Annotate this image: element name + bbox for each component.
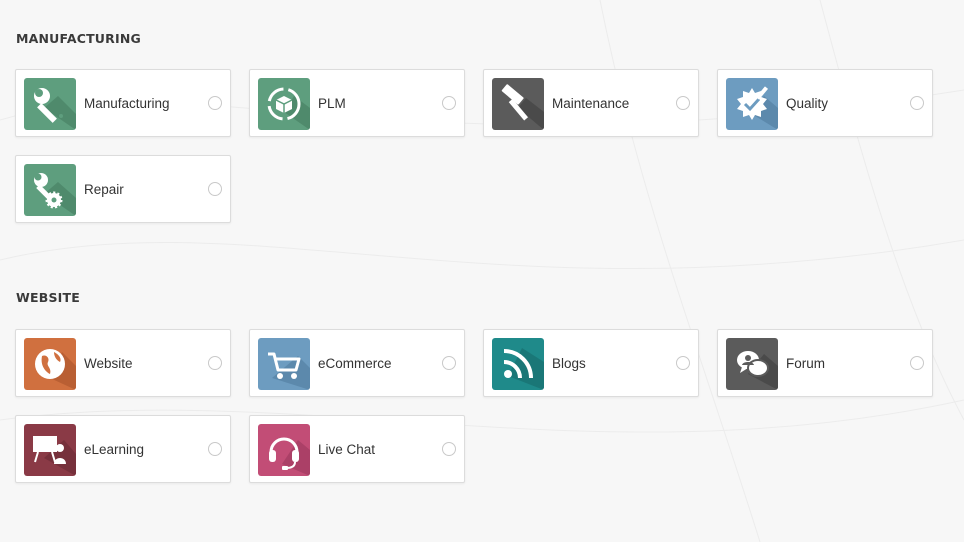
app-label: PLM <box>318 96 346 111</box>
select-radio[interactable] <box>208 96 222 110</box>
select-radio[interactable] <box>676 356 690 370</box>
hammer-icon <box>492 78 544 130</box>
cart-icon <box>258 338 310 390</box>
app-card-repair[interactable]: Repair <box>15 155 231 223</box>
app-card-maintenance[interactable]: Maintenance <box>483 69 699 137</box>
app-card-forum[interactable]: Forum <box>717 329 933 397</box>
app-label: Maintenance <box>552 96 630 111</box>
select-radio[interactable] <box>442 356 456 370</box>
globe-icon <box>24 338 76 390</box>
presentation-icon <box>24 424 76 476</box>
select-radio[interactable] <box>676 96 690 110</box>
select-radio[interactable] <box>208 442 222 456</box>
cycle-box-icon <box>258 78 310 130</box>
app-label: Repair <box>84 182 124 197</box>
headset-icon <box>258 424 310 476</box>
select-radio[interactable] <box>208 356 222 370</box>
app-card-blogs[interactable]: Blogs <box>483 329 699 397</box>
app-label: Live Chat <box>318 442 376 457</box>
app-label: Manufacturing <box>84 96 170 111</box>
wrench-icon <box>24 78 76 130</box>
app-label: eLearning <box>84 442 145 457</box>
app-card-plm[interactable]: PLM <box>249 69 465 137</box>
select-radio[interactable] <box>442 442 456 456</box>
app-card-quality[interactable]: Quality <box>717 69 933 137</box>
quality-badge-icon <box>726 78 778 130</box>
app-card-manufacturing[interactable]: Manufacturing <box>15 69 231 137</box>
select-radio[interactable] <box>208 182 222 196</box>
select-radio[interactable] <box>910 356 924 370</box>
wrench-gear-icon <box>24 164 76 216</box>
section-title-manufacturing: MANUFACTURING <box>16 31 141 46</box>
rss-icon <box>492 338 544 390</box>
app-label: Website <box>84 356 133 371</box>
app-label: Blogs <box>552 356 586 371</box>
app-label: Forum <box>786 356 826 371</box>
select-radio[interactable] <box>442 96 456 110</box>
select-radio[interactable] <box>910 96 924 110</box>
app-label: eCommerce <box>318 356 392 371</box>
app-card-elearning[interactable]: eLearning <box>15 415 231 483</box>
app-card-website[interactable]: Website <box>15 329 231 397</box>
app-card-live-chat[interactable]: Live Chat <box>249 415 465 483</box>
chat-bubbles-icon <box>726 338 778 390</box>
app-label: Quality <box>786 96 829 111</box>
section-title-website: WEBSITE <box>16 290 80 305</box>
app-card-ecommerce[interactable]: eCommerce <box>249 329 465 397</box>
